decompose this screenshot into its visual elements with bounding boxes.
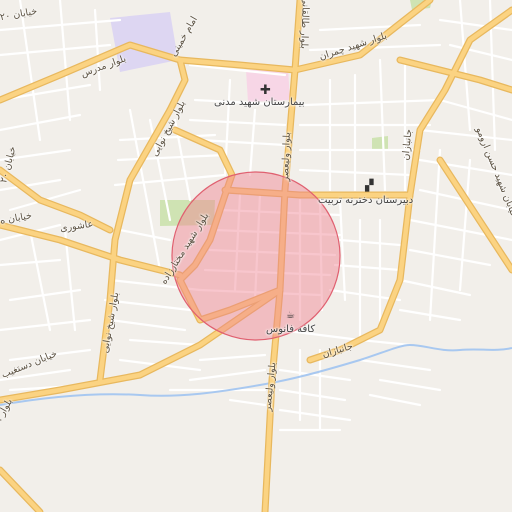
hospital-cross-icon[interactable]: ✚ [260, 84, 271, 97]
road-label-valiasr-north: بلوار ولیعصر [280, 131, 293, 182]
search-radius-circle[interactable] [171, 171, 341, 341]
cafe-label: کافه فانوس [266, 324, 316, 335]
hospital-label: بیمارستان شهید مدنی [214, 97, 305, 108]
map-layer [0, 0, 512, 512]
river [0, 343, 512, 406]
school-label: دبیرستان دخترنه تربیت [318, 195, 414, 206]
cafe-icon[interactable]: ☕ [286, 311, 295, 321]
school-icon[interactable]: ▞ [365, 180, 373, 191]
road-label-taleghani: بلوار طالقانی [298, 0, 311, 50]
map-canvas[interactable]: ✚ ▞ ☕ بیمارستان شهید مدنی دبیرستان دخترن… [0, 0, 512, 512]
park-area-small [372, 136, 388, 151]
